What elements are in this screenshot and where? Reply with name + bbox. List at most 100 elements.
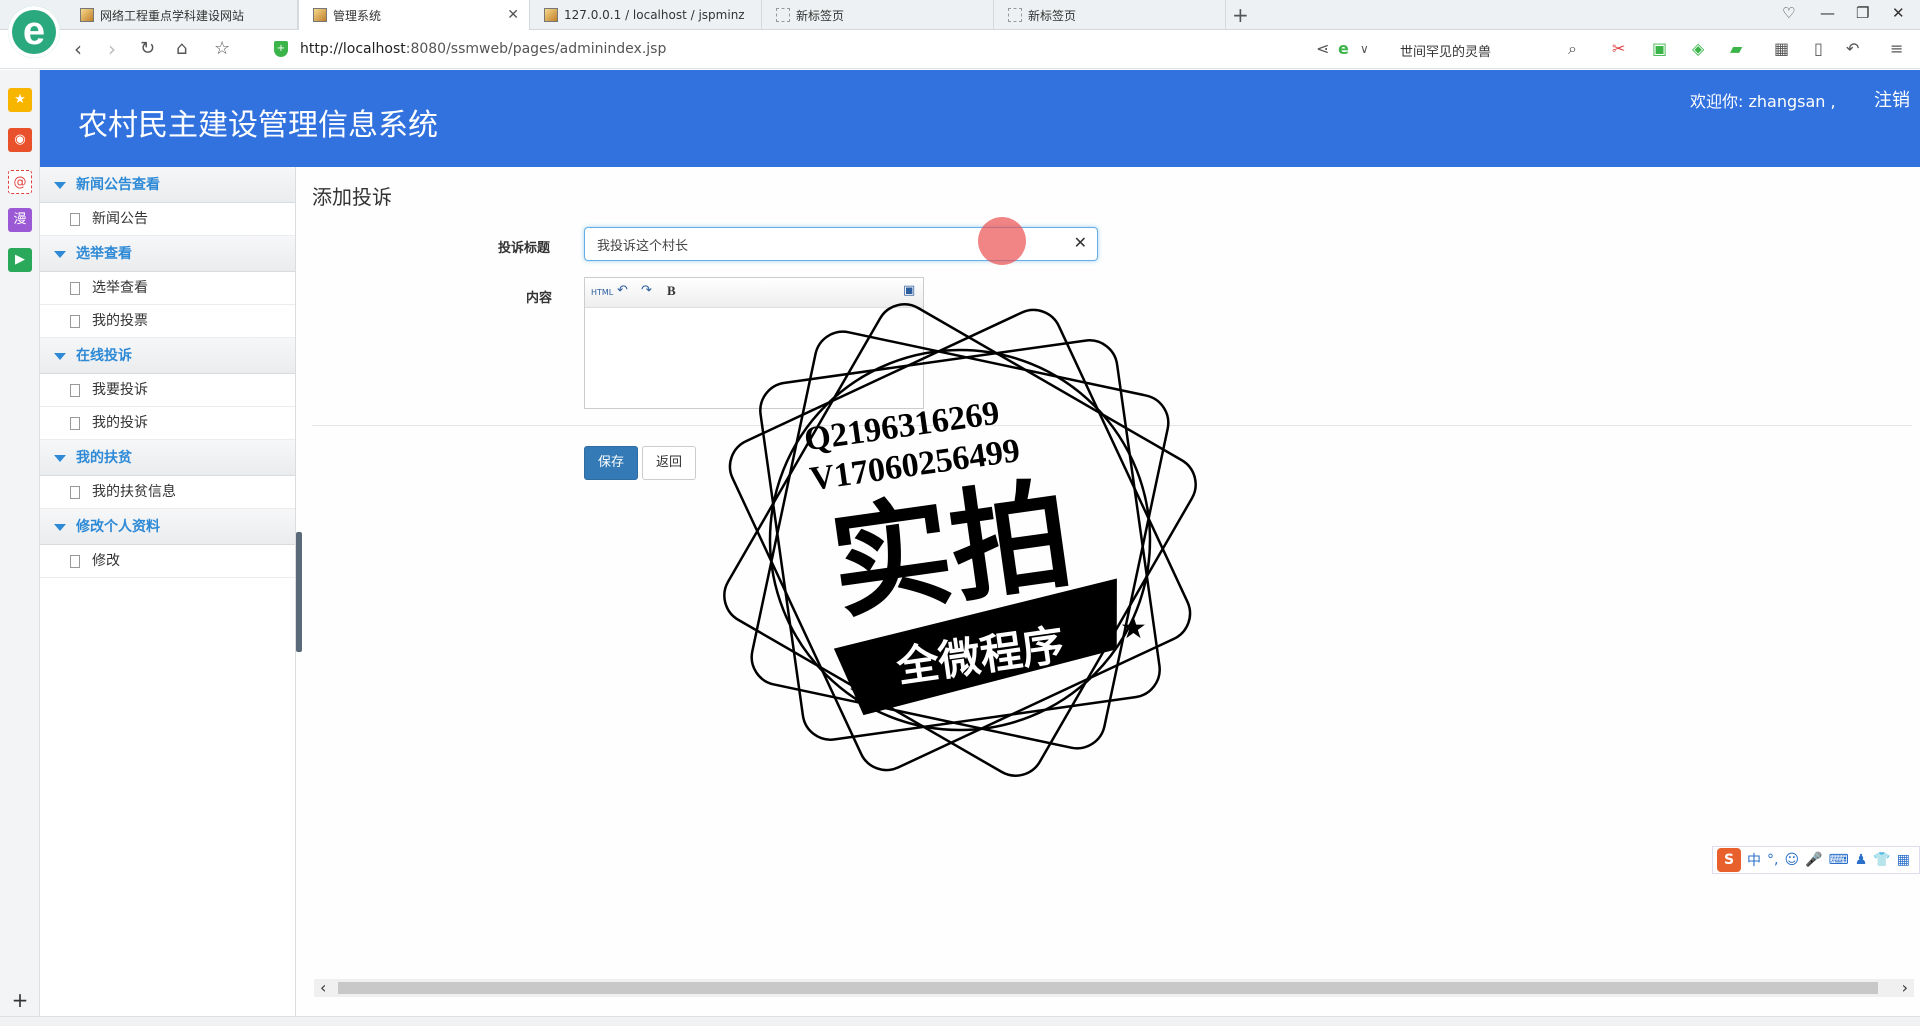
browser-logo-icon: e bbox=[8, 6, 60, 58]
ie-mode-icon[interactable]: e bbox=[1338, 39, 1349, 58]
menu-group-label: 修改个人资料 bbox=[76, 519, 160, 535]
video-icon[interactable]: ▶ bbox=[8, 248, 32, 272]
menu-group-profile[interactable]: 修改个人资料 bbox=[40, 509, 295, 545]
browser-tab-4[interactable]: 新标签页 bbox=[762, 0, 994, 30]
close-tab-icon[interactable]: ✕ bbox=[507, 7, 519, 23]
scissors-icon[interactable]: ✂ bbox=[1612, 39, 1625, 58]
punctuation-icon[interactable]: °, bbox=[1767, 852, 1778, 868]
add-extension-plus-icon[interactable]: + bbox=[8, 988, 32, 1012]
menu-item-election-view[interactable]: 选举查看 bbox=[40, 272, 295, 305]
menu-item-label: 修改 bbox=[92, 553, 120, 569]
complaint-title-label: 投诉标题 bbox=[498, 241, 551, 256]
shield-check-icon[interactable]: ◈ bbox=[1692, 39, 1704, 58]
document-icon bbox=[70, 314, 80, 328]
weibo-icon[interactable]: ◉ bbox=[8, 128, 32, 152]
document-icon bbox=[70, 416, 80, 430]
browser-tab-3[interactable]: 127.0.0.1 / localhost / jspminz bbox=[530, 0, 762, 30]
fullscreen-icon[interactable]: ▣ bbox=[903, 283, 915, 298]
home-icon[interactable]: ⌂ bbox=[176, 38, 187, 59]
url-host: http://localhost bbox=[300, 41, 406, 57]
minimize-icon[interactable]: — bbox=[1820, 4, 1835, 22]
browser-tab-1[interactable]: 网络工程重点学科建设网站 bbox=[66, 0, 298, 30]
forward-icon[interactable]: › bbox=[108, 37, 116, 61]
back-icon[interactable]: ‹ bbox=[74, 37, 82, 61]
menu-item-new-complaint[interactable]: 我要投诉 bbox=[40, 374, 295, 407]
mail-at-icon[interactable]: @ bbox=[8, 170, 32, 194]
user-icon[interactable]: ♟ bbox=[1855, 852, 1868, 868]
menu-item-aid-info[interactable]: 我的扶贫信息 bbox=[40, 476, 295, 509]
document-icon bbox=[70, 212, 80, 226]
triangle-down-icon bbox=[54, 523, 66, 531]
scrollbar-thumb[interactable] bbox=[338, 982, 1878, 994]
document-icon bbox=[70, 485, 80, 499]
back-button[interactable]: 返回 bbox=[642, 446, 696, 480]
undo-icon[interactable]: ↶ bbox=[617, 283, 628, 298]
gamepad-icon[interactable]: ▰ bbox=[1730, 39, 1742, 58]
reload-icon[interactable]: ↻ bbox=[140, 38, 155, 59]
close-window-icon[interactable]: ✕ bbox=[1892, 4, 1905, 22]
menu-item-news[interactable]: 新闻公告 bbox=[40, 203, 295, 236]
ime-mode[interactable]: 中 bbox=[1747, 850, 1761, 870]
extension-icon[interactable]: ▣ bbox=[1652, 39, 1667, 58]
favorites-star-icon[interactable]: ★ bbox=[8, 88, 32, 112]
horizontal-scrollbar[interactable]: ‹ › bbox=[314, 978, 1914, 997]
tab-label: 网络工程重点学科建设网站 bbox=[100, 8, 245, 23]
shirt-skin-icon[interactable]: ♡ bbox=[1782, 4, 1795, 22]
ime-toolbar[interactable]: S 中 °, ☺ 🎤 ⌨ ♟ 👕 ▦ bbox=[1712, 846, 1920, 874]
app-title: 农村民主建设管理信息系统 bbox=[78, 108, 438, 143]
menu-item-my-votes[interactable]: 我的投票 bbox=[40, 305, 295, 338]
menu-item-label: 我的投诉 bbox=[92, 415, 148, 431]
redo-icon[interactable]: ↷ bbox=[641, 283, 652, 298]
menu-item-edit-profile[interactable]: 修改 bbox=[40, 545, 295, 578]
menu-group-poverty-aid[interactable]: 我的扶贫 bbox=[40, 440, 295, 476]
editor-toolbar: HTML ↶ ↷ B ▣ bbox=[585, 278, 923, 308]
menu-group-label: 我的扶贫 bbox=[76, 450, 132, 466]
tab-label: 127.0.0.1 / localhost / jspminz bbox=[564, 8, 745, 22]
tablet-icon[interactable]: ▯ bbox=[1814, 39, 1823, 58]
browser-tab-2[interactable]: 管理系统 ✕ bbox=[298, 0, 530, 30]
logout-link[interactable]: 注销 bbox=[1874, 86, 1910, 112]
search-input[interactable]: 世间罕见的灵兽 bbox=[1400, 41, 1491, 60]
left-nav-menu: 新闻公告查看 新闻公告 选举查看 选举查看 我的投票 在线投诉 我要投诉 我的投… bbox=[40, 167, 296, 1017]
grid-icon bbox=[776, 8, 790, 22]
content-label: 内容 bbox=[526, 291, 553, 306]
scroll-left-icon[interactable]: ‹ bbox=[320, 978, 326, 997]
triangle-down-icon bbox=[54, 352, 66, 360]
menu-item-my-complaints[interactable]: 我的投诉 bbox=[40, 407, 295, 440]
grid-icon[interactable]: ▦ bbox=[1897, 852, 1910, 868]
scroll-right-icon[interactable]: › bbox=[1902, 978, 1908, 997]
browser-tab-5[interactable]: 新标签页 bbox=[994, 0, 1226, 30]
save-button[interactable]: 保存 bbox=[584, 446, 638, 480]
tab-label: 管理系统 bbox=[333, 8, 382, 23]
search-icon[interactable]: ⌕ bbox=[1568, 39, 1577, 59]
menu-item-label: 选举查看 bbox=[92, 280, 148, 296]
comic-icon[interactable]: 漫 bbox=[8, 208, 32, 232]
extension-sidebar: ★ ◉ @ 漫 ▶ + bbox=[0, 70, 40, 1026]
menu-group-election[interactable]: 选举查看 bbox=[40, 236, 295, 272]
clear-input-icon[interactable]: ✕ bbox=[1074, 233, 1087, 252]
menu-group-complaints[interactable]: 在线投诉 bbox=[40, 338, 295, 374]
apps-grid-icon[interactable]: ▦ bbox=[1774, 39, 1789, 58]
star-bookmark-icon[interactable]: ☆ bbox=[214, 38, 230, 59]
share-icon[interactable]: ⋖ bbox=[1316, 39, 1329, 58]
rich-text-editor[interactable]: HTML ↶ ↷ B ▣ bbox=[584, 277, 924, 409]
browser-tab-strip: 网络工程重点学科建设网站 管理系统 ✕ 127.0.0.1 / localhos… bbox=[0, 0, 1920, 30]
html-source-button[interactable]: HTML bbox=[591, 288, 613, 297]
keyboard-icon[interactable]: ⌨ bbox=[1829, 852, 1849, 868]
skin-shirt-icon[interactable]: 👕 bbox=[1873, 852, 1890, 868]
tab-label: 新标签页 bbox=[796, 8, 845, 23]
emoji-icon[interactable]: ☺ bbox=[1784, 852, 1799, 868]
undo-icon[interactable]: ↶ bbox=[1846, 39, 1859, 58]
bold-button[interactable]: B bbox=[667, 283, 676, 299]
grid-icon bbox=[1008, 8, 1022, 22]
address-input[interactable]: http://localhost:8080/ssmweb/pages/admin… bbox=[300, 41, 666, 57]
divider bbox=[312, 425, 1912, 426]
menu-icon[interactable]: ≡ bbox=[1890, 39, 1903, 58]
microphone-icon[interactable]: 🎤 bbox=[1805, 852, 1822, 868]
chevron-down-icon[interactable]: ∨ bbox=[1360, 42, 1369, 56]
site-favicon-icon bbox=[80, 8, 94, 22]
menu-group-news[interactable]: 新闻公告查看 bbox=[40, 167, 295, 203]
new-tab-plus-icon[interactable]: + bbox=[1232, 3, 1249, 27]
document-icon bbox=[70, 554, 80, 568]
restore-icon[interactable]: ❐ bbox=[1856, 4, 1869, 22]
